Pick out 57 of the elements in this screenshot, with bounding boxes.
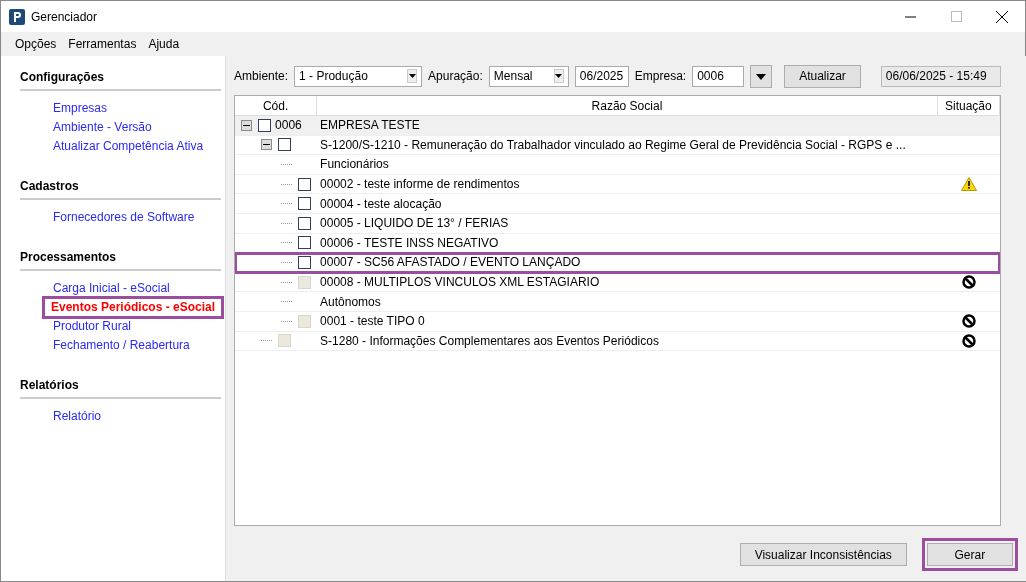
sidebar-link[interactable]: Ambiente - Versão	[51, 119, 154, 136]
sidebar-link[interactable]: Produtor Rural	[51, 318, 134, 335]
row-label: S-1200/S-1210 - Remuneração do Trabalhador vinculado ao Regime Geral de Previdência Social - RGPS e ...	[319, 136, 906, 154]
field-label: Ambiente:	[234, 68, 289, 85]
section-heading: Processamentos	[20, 244, 222, 271]
sidebar-link[interactable]: Fechamento / Reabertura	[51, 337, 192, 354]
app-logo	[9, 8, 25, 25]
checkbox[interactable]	[298, 177, 312, 191]
action-button[interactable]: Visualizar Inconsistências	[739, 543, 907, 566]
checkbox[interactable]	[298, 255, 312, 269]
menu-item[interactable]: Opções	[11, 35, 61, 53]
row-label: 00002 - teste informe de rendimentos	[319, 176, 520, 194]
checkbox[interactable]	[298, 216, 312, 230]
period-field[interactable]: 06/2025	[574, 65, 629, 87]
section-heading: Cadastros	[20, 173, 222, 200]
section-heading: Relatórios	[20, 372, 222, 399]
field-label: Apuração:	[428, 68, 483, 85]
row-label: 0001 - teste TIPO 0	[319, 313, 425, 331]
collapse-icon[interactable]	[261, 139, 273, 151]
row-label: 00005 - LIQUIDO DE 13° / FERIAS	[319, 215, 509, 233]
section-heading: Configurações	[20, 64, 222, 91]
row-label: EMPRESA TESTE	[319, 117, 420, 135]
column-header[interactable]: Razão Social	[317, 96, 938, 115]
code-cell-text: 0006	[275, 117, 302, 135]
column-header[interactable]: Situação	[937, 96, 1000, 115]
checkbox[interactable]	[298, 236, 312, 250]
sidebar-link[interactable]: Carga Inicial - eSocial	[51, 280, 172, 297]
collapse-icon[interactable]	[241, 119, 253, 131]
row-label: 00004 - teste alocação	[319, 195, 442, 213]
sidebar-link[interactable]: Relatório	[51, 408, 104, 425]
sidebar-link[interactable]: Atualizar Competência Ativa	[51, 138, 206, 155]
company-field[interactable]: 0006	[692, 65, 745, 87]
group-label: Autônomos	[319, 293, 381, 311]
row-label: 00007 - SC56 AFASTADO / EVENTO LANÇADO	[319, 254, 581, 272]
sidebar-link[interactable]: Eventos Periódicos - eSocial	[45, 299, 222, 316]
sidebar-link[interactable]: Empresas	[51, 100, 110, 117]
column-header[interactable]: Cód.	[235, 96, 318, 115]
sidebar-link[interactable]: Fornecedores de Software	[51, 209, 197, 226]
action-button[interactable]: Gerar	[926, 543, 1013, 566]
checkbox[interactable]	[258, 118, 272, 132]
row-label: S-1280 - Informações Complementares aos Eventos Periódicos	[319, 332, 659, 350]
menu-item[interactable]: Ferramentas	[64, 35, 141, 53]
company-dropdown-button[interactable]	[750, 64, 773, 88]
checkbox[interactable]	[278, 138, 292, 152]
menu-item[interactable]: Ajuda	[144, 35, 184, 53]
window-title: Gerenciador	[31, 8, 98, 26]
refresh-button[interactable]: Atualizar	[784, 64, 861, 88]
group-label: Funcionários	[319, 156, 389, 174]
checkbox[interactable]	[298, 197, 312, 211]
period-type-dropdown[interactable]: Mensal	[488, 65, 569, 87]
dropdown-arrow-icon	[756, 73, 767, 80]
row-label: 00006 - TESTE INSS NEGATIVO	[319, 234, 499, 252]
field-label: Empresa:	[634, 68, 687, 85]
environment-dropdown[interactable]: 1 - Produção	[294, 65, 423, 87]
close-icon[interactable]	[996, 10, 1008, 23]
row-label: 00008 - MULTIPLOS VINCULOS XML ESTAGIARIO	[319, 274, 600, 292]
timestamp-field: 06/06/2025 - 15:49	[880, 65, 1001, 87]
